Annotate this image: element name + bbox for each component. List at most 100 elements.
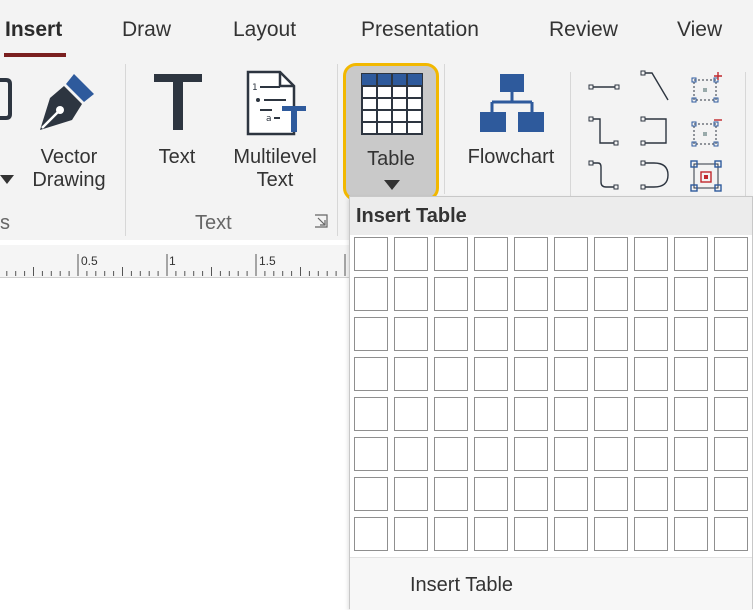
table-grid-cell[interactable] — [434, 397, 468, 431]
tab-layout[interactable]: Layout — [233, 18, 296, 42]
table-grid-cell[interactable] — [594, 317, 628, 351]
table-grid-cell[interactable] — [514, 237, 548, 271]
table-grid-cell[interactable] — [354, 317, 388, 351]
table-grid-cell[interactable] — [474, 237, 508, 271]
table-grid-cell[interactable] — [714, 477, 748, 511]
table-grid-cell[interactable] — [594, 397, 628, 431]
table-grid-cell[interactable] — [554, 397, 588, 431]
vector-drawing-button[interactable]: Vector Drawing — [24, 62, 114, 202]
table-button[interactable]: Table — [343, 63, 439, 201]
table-grid-cell[interactable] — [634, 517, 668, 551]
table-grid-cell[interactable] — [354, 437, 388, 471]
add-point-icon[interactable] — [690, 72, 724, 104]
table-grid-cell[interactable] — [554, 437, 588, 471]
table-grid-cell[interactable] — [674, 357, 708, 391]
tab-review[interactable]: Review — [549, 18, 618, 42]
table-grid-cell[interactable] — [554, 357, 588, 391]
insert-table-menu-item[interactable]: Insert Table — [350, 557, 752, 610]
table-grid-cell[interactable] — [634, 317, 668, 351]
text-button[interactable]: Text — [146, 62, 208, 202]
table-grid-cell[interactable] — [554, 477, 588, 511]
table-grid-cell[interactable] — [594, 357, 628, 391]
table-grid-cell[interactable] — [714, 277, 748, 311]
table-grid-cell[interactable] — [394, 477, 428, 511]
table-grid-cell[interactable] — [674, 277, 708, 311]
table-grid-cell[interactable] — [674, 477, 708, 511]
table-grid-cell[interactable] — [434, 237, 468, 271]
horizontal-ruler[interactable]: 0.5 1 1.5 — [0, 245, 350, 278]
table-grid-cell[interactable] — [634, 277, 668, 311]
curved-connector-icon[interactable] — [640, 160, 672, 192]
table-grid-cell[interactable] — [474, 397, 508, 431]
tab-draw[interactable]: Draw — [122, 18, 171, 42]
curved-elbow-connector-icon[interactable] — [588, 160, 620, 192]
table-grid-cell[interactable] — [394, 517, 428, 551]
table-grid-cell[interactable] — [394, 437, 428, 471]
table-grid-cell[interactable] — [634, 477, 668, 511]
table-grid-cell[interactable] — [674, 317, 708, 351]
remove-point-icon[interactable] — [690, 116, 724, 148]
table-grid-cell[interactable] — [354, 357, 388, 391]
straight-connector-icon[interactable] — [588, 76, 620, 98]
table-grid-cell[interactable] — [434, 317, 468, 351]
table-grid-cell[interactable] — [514, 397, 548, 431]
table-grid-cell[interactable] — [554, 517, 588, 551]
dialog-launcher-icon[interactable] — [314, 214, 328, 228]
table-grid-cell[interactable] — [594, 477, 628, 511]
table-grid-cell[interactable] — [474, 317, 508, 351]
table-grid-cell[interactable] — [394, 397, 428, 431]
table-grid-cell[interactable] — [514, 517, 548, 551]
tab-insert[interactable]: Insert — [5, 18, 62, 42]
table-grid-cell[interactable] — [434, 477, 468, 511]
multilevel-text-button[interactable]: 1 a Multilevel Text — [222, 62, 328, 202]
table-grid-cell[interactable] — [634, 437, 668, 471]
table-grid-cell[interactable] — [434, 357, 468, 391]
table-grid-cell[interactable] — [594, 277, 628, 311]
table-grid-cell[interactable] — [354, 277, 388, 311]
tab-presentation[interactable]: Presentation — [361, 18, 479, 42]
table-grid-cell[interactable] — [474, 357, 508, 391]
table-grid-cell[interactable] — [394, 237, 428, 271]
table-grid-cell[interactable] — [514, 317, 548, 351]
table-grid-cell[interactable] — [474, 437, 508, 471]
table-grid-cell[interactable] — [714, 517, 748, 551]
table-grid-cell[interactable] — [514, 357, 548, 391]
table-grid-cell[interactable] — [354, 237, 388, 271]
table-grid-cell[interactable] — [434, 517, 468, 551]
table-grid-cell[interactable] — [714, 317, 748, 351]
table-grid-cell[interactable] — [354, 517, 388, 551]
table-grid-cell[interactable] — [714, 437, 748, 471]
table-grid-cell[interactable] — [594, 237, 628, 271]
diagonal-connector-icon[interactable] — [640, 70, 672, 104]
tab-view[interactable]: View — [677, 18, 722, 42]
table-grid-cell[interactable] — [354, 397, 388, 431]
table-grid-cell[interactable] — [634, 397, 668, 431]
table-grid-cell[interactable] — [594, 437, 628, 471]
table-grid-cell[interactable] — [554, 277, 588, 311]
table-grid-cell[interactable] — [394, 277, 428, 311]
table-grid-cell[interactable] — [474, 477, 508, 511]
table-grid-cell[interactable] — [394, 317, 428, 351]
table-grid-cell[interactable] — [514, 477, 548, 511]
table-grid-cell[interactable] — [714, 357, 748, 391]
table-grid-cell[interactable] — [714, 397, 748, 431]
table-grid-cell[interactable] — [474, 517, 508, 551]
table-grid-cell[interactable] — [634, 357, 668, 391]
table-grid-cell[interactable] — [354, 477, 388, 511]
table-grid-cell[interactable] — [674, 437, 708, 471]
table-grid-cell[interactable] — [554, 317, 588, 351]
table-grid-cell[interactable] — [674, 517, 708, 551]
table-grid-cell[interactable] — [594, 517, 628, 551]
chevron-down-icon[interactable] — [0, 175, 14, 185]
table-grid-cell[interactable] — [674, 237, 708, 271]
table-grid-cell[interactable] — [674, 397, 708, 431]
table-grid-cell[interactable] — [394, 357, 428, 391]
elbow-connector-icon[interactable] — [588, 116, 620, 148]
table-grid-cell[interactable] — [474, 277, 508, 311]
table-grid-cell[interactable] — [634, 237, 668, 271]
flowchart-button[interactable]: Flowchart — [458, 62, 564, 202]
connection-point-icon[interactable] — [690, 160, 724, 192]
bracket-connector-icon[interactable] — [640, 116, 672, 148]
table-grid-cell[interactable] — [434, 277, 468, 311]
table-grid-cell[interactable] — [514, 277, 548, 311]
